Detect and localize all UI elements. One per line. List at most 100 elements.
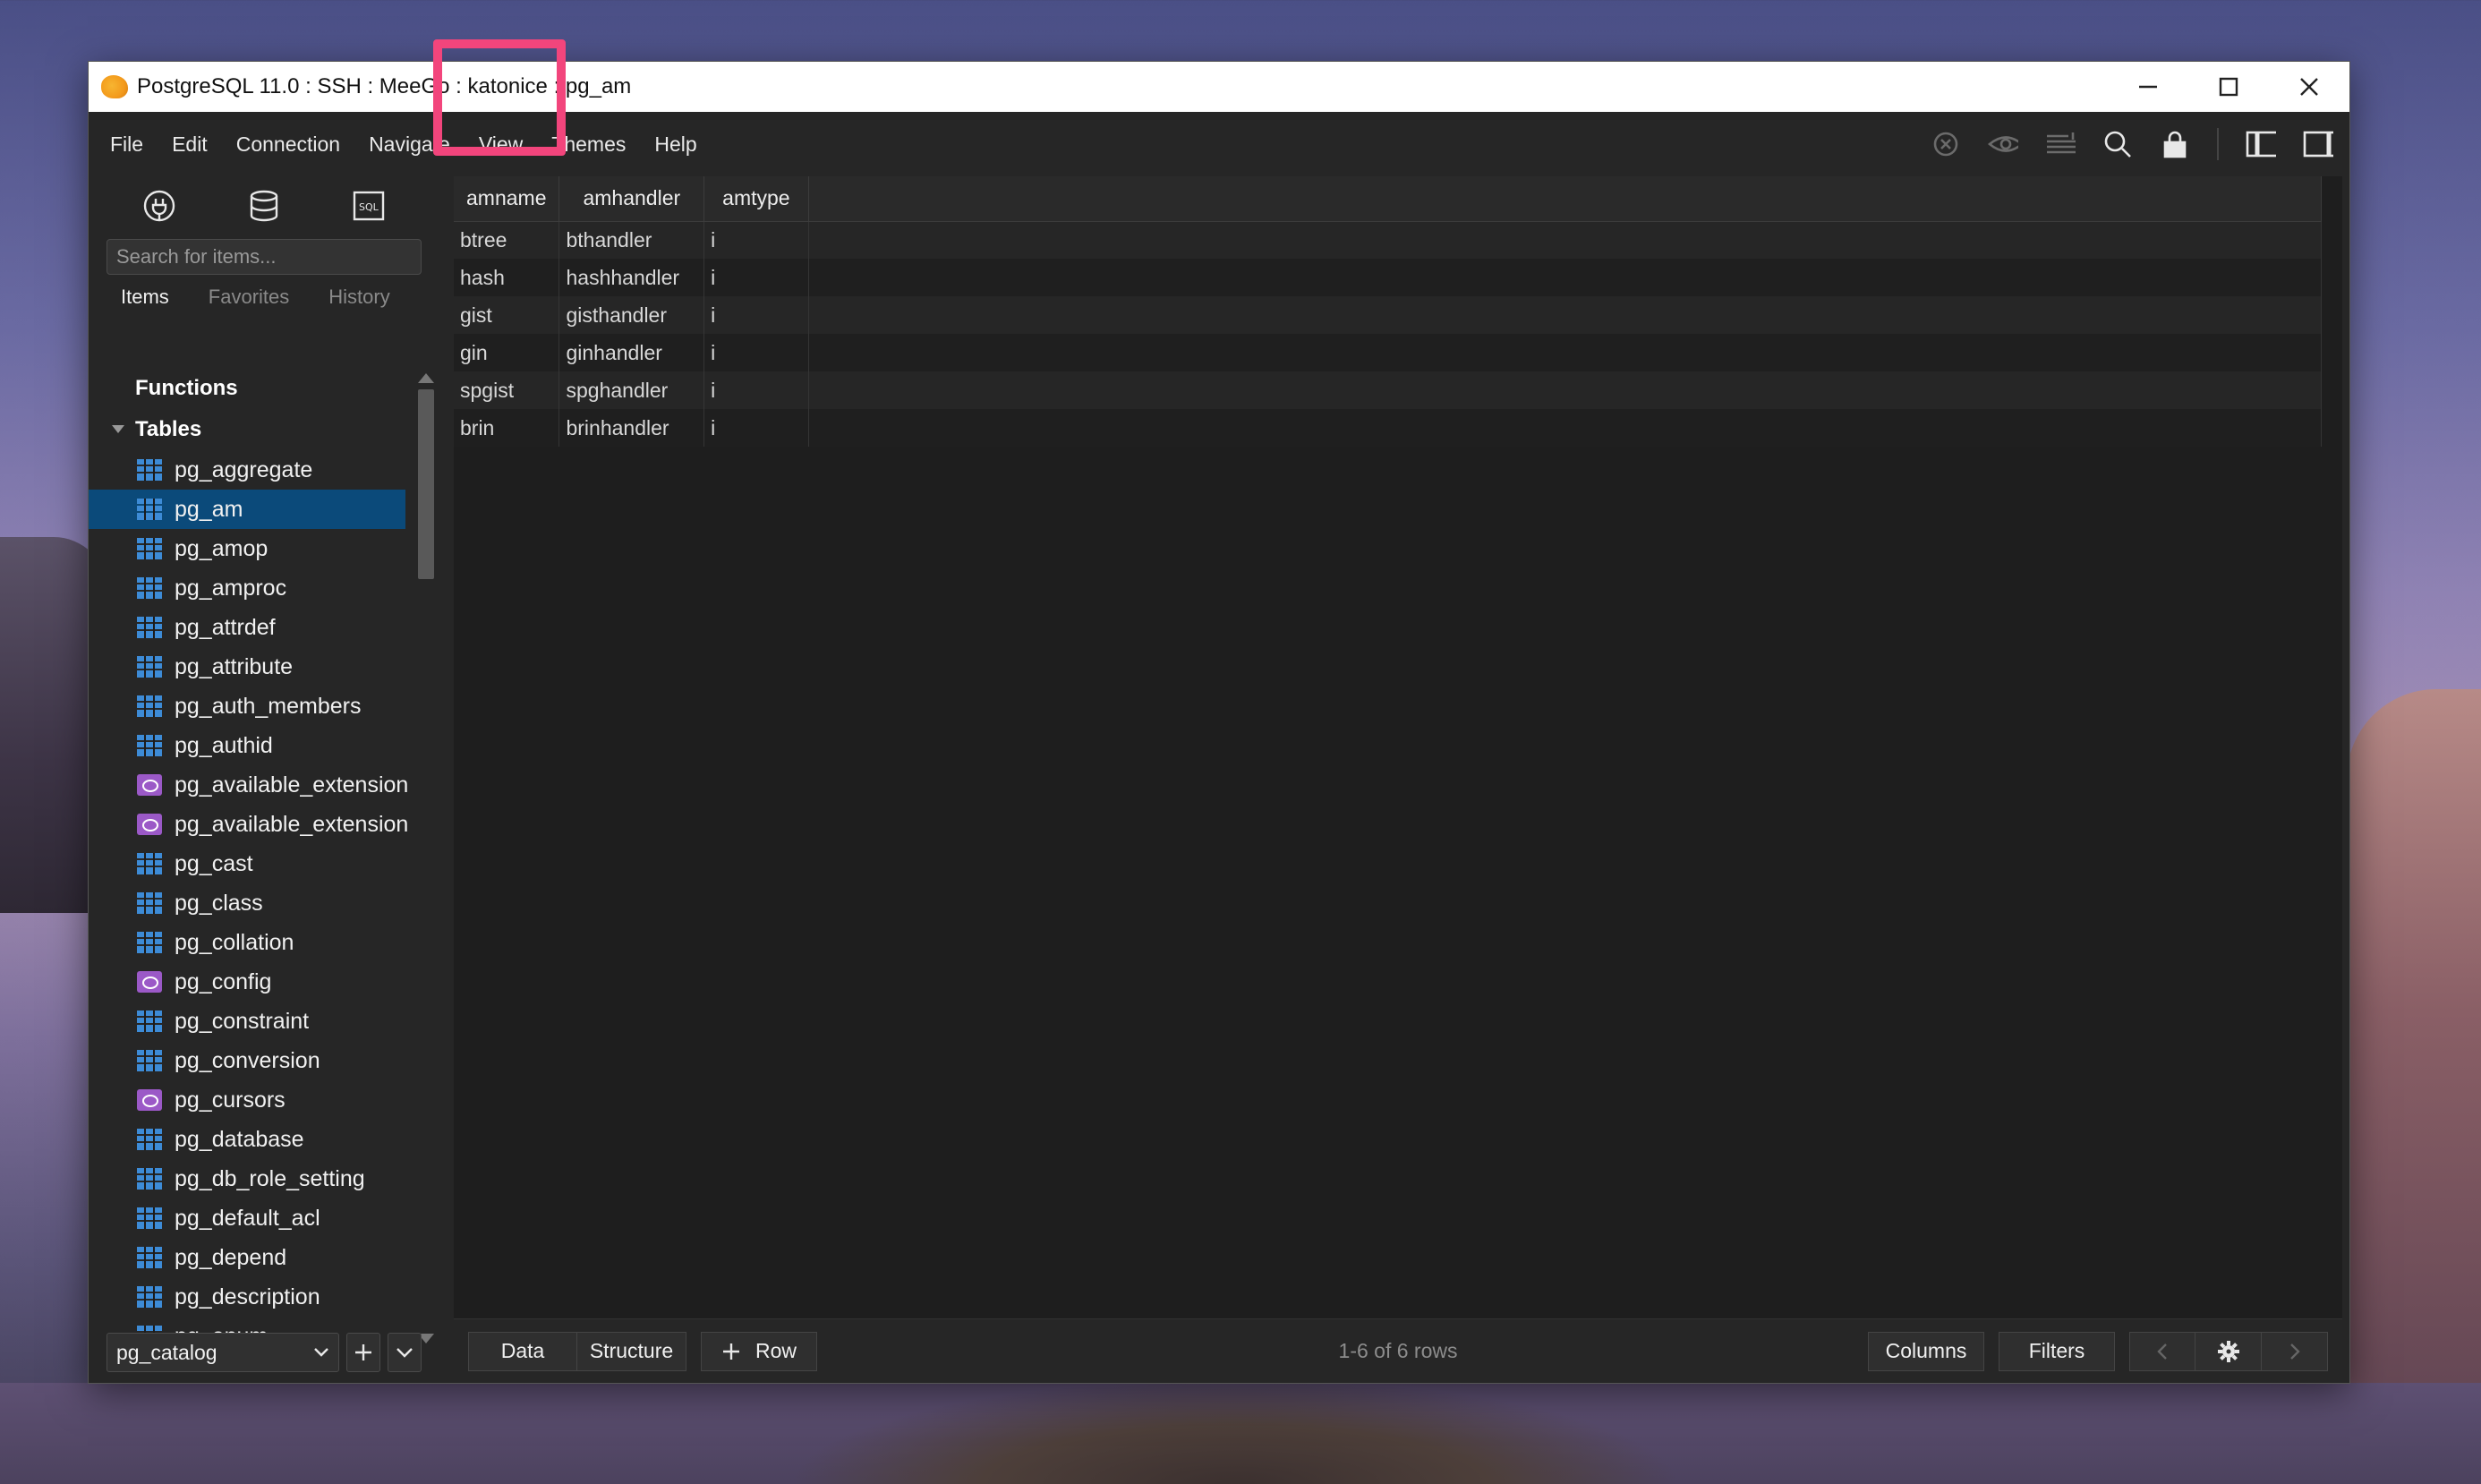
filters-button[interactable]: Filters <box>1999 1331 2115 1371</box>
next-page-button[interactable] <box>2262 1331 2328 1371</box>
tab-history[interactable]: History <box>328 286 389 309</box>
column-header-amhandler[interactable]: amhandler <box>558 176 705 222</box>
table-cell-amname[interactable]: btree <box>454 221 560 259</box>
sidebar-item-pg-available-extension[interactable]: pg_available_extension <box>89 805 408 844</box>
sidebar-item-pg-config[interactable]: pg_config <box>89 962 405 1002</box>
menu-view[interactable]: View <box>465 132 537 157</box>
settings-button[interactable] <box>2195 1331 2262 1371</box>
menu-edit[interactable]: Edit <box>158 132 222 157</box>
sidebar-item-pg-amproc[interactable]: pg_amproc <box>89 568 405 608</box>
sidebar-item-pg-depend[interactable]: pg_depend <box>89 1238 405 1277</box>
table-cell-amtype[interactable]: i <box>703 221 809 259</box>
columns-button[interactable]: Columns <box>1868 1331 1984 1371</box>
add-row-button[interactable]: Row <box>701 1331 817 1371</box>
add-button[interactable] <box>346 1333 380 1372</box>
table-cell-amtype[interactable]: i <box>703 296 809 334</box>
lines-icon[interactable] <box>2045 129 2076 159</box>
sidebar-item-pg-amop[interactable]: pg_amop <box>89 529 405 568</box>
column-header-amname[interactable]: amname <box>454 176 560 222</box>
table-row[interactable]: brin brinhandler i <box>454 409 2322 447</box>
table-cell-amhandler[interactable]: ginhandler <box>558 334 705 371</box>
sidebar-item-pg-conversion[interactable]: pg_conversion <box>89 1041 405 1080</box>
search-input[interactable]: Search for items... <box>107 239 422 275</box>
search-icon[interactable] <box>2102 129 2133 159</box>
table-cell-amname[interactable]: hash <box>454 259 560 296</box>
more-button[interactable] <box>388 1333 422 1372</box>
sidebar-item-pg-db-role-setting[interactable]: pg_db_role_setting <box>89 1159 405 1198</box>
sidebar-scrollbar[interactable] <box>418 368 434 1343</box>
table-cell-amhandler[interactable]: spghandler <box>558 371 705 409</box>
database-icon[interactable] <box>247 189 281 227</box>
tab-favorites[interactable]: Favorites <box>209 286 289 309</box>
sidebar-item-pg-available-extension[interactable]: pg_available_extension <box>89 765 408 805</box>
table-row[interactable]: btree bthandler i <box>454 221 2322 259</box>
sidebar-item-label: pg_description <box>175 1284 320 1309</box>
sidebar-item-pg-constraint[interactable]: pg_constraint <box>89 1002 405 1041</box>
table-cell-amname[interactable]: spgist <box>454 371 560 409</box>
table-cell-amname[interactable]: gist <box>454 296 560 334</box>
main-panel: amname amhandler amtype btree bthandler i h… <box>454 176 2342 1383</box>
table-cell-amhandler[interactable]: brinhandler <box>558 409 705 447</box>
right-panel-icon[interactable] <box>2303 129 2333 159</box>
sql-icon[interactable]: SQL <box>352 189 386 227</box>
table-cell-amtype[interactable]: i <box>703 371 809 409</box>
sidebar-item-pg-authid[interactable]: pg_authid <box>89 726 405 765</box>
table-body: btree bthandler i hash hashhandler i gist gisth… <box>454 221 2322 447</box>
left-panel-icon[interactable] <box>2246 129 2276 159</box>
menu-connection[interactable]: Connection <box>222 132 354 157</box>
close-button[interactable] <box>2269 62 2349 112</box>
expand-triangle-icon[interactable] <box>112 425 124 433</box>
table-cell-filler <box>808 221 2322 259</box>
sidebar-item-pg-description[interactable]: pg_description <box>89 1277 405 1317</box>
sidebar-item-pg-class[interactable]: pg_class <box>89 883 405 923</box>
table-row[interactable]: spgist spghandler i <box>454 371 2322 409</box>
table-row[interactable]: gin ginhandler i <box>454 334 2322 371</box>
minimize-button[interactable] <box>2108 62 2188 112</box>
schema-select[interactable]: pg_catalog <box>107 1333 339 1372</box>
sidebar-item-pg-aggregate[interactable]: pg_aggregate <box>89 450 405 490</box>
sidebar-item-pg-auth-members[interactable]: pg_auth_members <box>89 687 405 726</box>
sidebar-item-label: pg_amop <box>175 535 269 561</box>
table-cell-amtype[interactable]: i <box>703 259 809 296</box>
menu-help[interactable]: Help <box>640 132 711 157</box>
sidebar-item-pg-am[interactable]: pg_am <box>89 490 405 529</box>
menu-file[interactable]: File <box>89 132 158 157</box>
table-cell-amhandler[interactable]: hashhandler <box>558 259 705 296</box>
table-cell-amhandler[interactable]: gisthandler <box>558 296 705 334</box>
sidebar-item-pg-default-acl[interactable]: pg_default_acl <box>89 1198 405 1238</box>
eye-icon[interactable] <box>1988 129 2018 159</box>
sidebar-item-pg-database[interactable]: pg_database <box>89 1120 405 1159</box>
table-cell-amtype[interactable]: i <box>703 409 809 447</box>
sidebar-item-pg-collation[interactable]: pg_collation <box>89 923 405 962</box>
table-row[interactable]: hash hashhandler i <box>454 259 2322 296</box>
tree-group-tables[interactable]: Tables <box>89 409 432 450</box>
tree-group-functions[interactable]: Functions <box>89 368 432 409</box>
structure-button[interactable]: Structure <box>577 1331 686 1371</box>
sidebar-item-pg-attrdef[interactable]: pg_attrdef <box>89 608 405 647</box>
prev-page-button[interactable] <box>2129 1331 2195 1371</box>
sidebar-item-pg-cast[interactable]: pg_cast <box>89 844 405 883</box>
titlebar[interactable]: PostgreSQL 11.0 : SSH : MeeGo : katonice… <box>89 62 2349 112</box>
table-cell-amname[interactable]: gin <box>454 334 560 371</box>
scroll-thumb[interactable] <box>418 389 434 579</box>
column-header-amtype[interactable]: amtype <box>703 176 809 222</box>
table-header-row: amname amhandler amtype <box>454 176 2322 222</box>
close-circle-icon[interactable] <box>1931 129 1961 159</box>
table-row[interactable]: gist gisthandler i <box>454 296 2322 334</box>
menu-themes[interactable]: Themes <box>537 132 640 157</box>
tab-items[interactable]: Items <box>121 286 169 309</box>
lock-icon[interactable] <box>2160 129 2190 159</box>
data-button[interactable]: Data <box>468 1331 577 1371</box>
sidebar-item-label: pg_default_acl <box>175 1205 320 1231</box>
table-cell-amhandler[interactable]: bthandler <box>558 221 705 259</box>
table-cell-amname[interactable]: brin <box>454 409 560 447</box>
menu-navigate[interactable]: Navigate <box>354 132 465 157</box>
sidebar-item-pg-cursors[interactable]: pg_cursors <box>89 1080 405 1120</box>
maximize-button[interactable] <box>2188 62 2269 112</box>
plug-icon[interactable] <box>142 189 176 227</box>
sidebar-item-pg-attribute[interactable]: pg_attribute <box>89 647 405 687</box>
menubar: File Edit Connection Navigate View Theme… <box>89 112 2349 176</box>
sidebar-item-pg-enum[interactable]: pg_enum <box>89 1317 405 1335</box>
table-cell-amtype[interactable]: i <box>703 334 809 371</box>
scroll-up-icon[interactable] <box>418 373 434 383</box>
